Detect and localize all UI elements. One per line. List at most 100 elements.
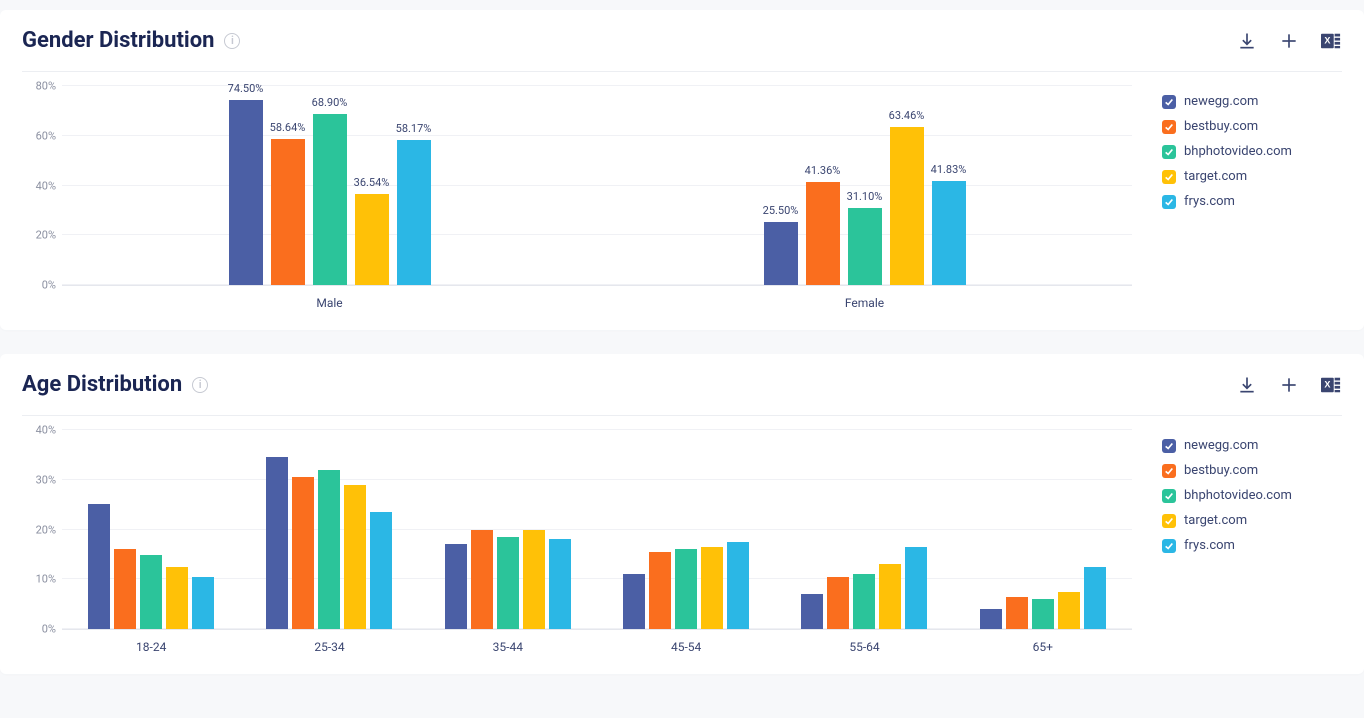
gender-chart: 0%20%40%60%80%74.50%58.64%68.90%36.54%58… — [62, 86, 1132, 286]
legend-item-target[interactable]: target.com — [1162, 169, 1342, 184]
legend-item-bhphotovideo[interactable]: bhphotovideo.com — [1162, 488, 1342, 503]
info-icon[interactable]: i — [192, 377, 208, 393]
legend-item-frys[interactable]: frys.com — [1162, 538, 1342, 553]
bar-bhphotovideo[interactable]: 31.10% — [848, 208, 882, 285]
legend-swatch-icon — [1162, 514, 1176, 528]
bar-frys[interactable] — [370, 512, 392, 629]
svg-text:X: X — [1324, 379, 1330, 389]
bar-target[interactable] — [701, 547, 723, 629]
legend-item-bestbuy[interactable]: bestbuy.com — [1162, 119, 1342, 134]
age-panel-header: Age Distribution i X — [22, 372, 1342, 416]
bar-newegg[interactable] — [623, 574, 645, 629]
bar-target[interactable] — [879, 564, 901, 629]
bar-newegg[interactable] — [88, 504, 110, 629]
bar-bhphotovideo[interactable] — [853, 574, 875, 629]
bar-bhphotovideo[interactable] — [318, 470, 340, 629]
bar-group — [62, 430, 240, 629]
bar-bhphotovideo[interactable] — [1032, 599, 1054, 629]
bar-target[interactable] — [344, 485, 366, 629]
bar-value-label: 63.46% — [889, 109, 925, 122]
legend-label: newegg.com — [1184, 94, 1258, 109]
bar-newegg[interactable] — [801, 594, 823, 629]
legend-item-target[interactable]: target.com — [1162, 513, 1342, 528]
excel-export-icon[interactable]: X — [1320, 30, 1342, 52]
legend-label: target.com — [1184, 513, 1247, 528]
gender-panel: Gender Distribution i X 0%20%40%60%80%74… — [0, 10, 1364, 330]
legend-swatch-icon — [1162, 489, 1176, 503]
bar-bhphotovideo[interactable] — [675, 549, 697, 629]
legend-swatch-icon — [1162, 539, 1176, 553]
info-icon[interactable]: i — [224, 33, 240, 49]
x-axis-tick: 35-44 — [419, 640, 597, 654]
bar-bestbuy[interactable]: 41.36% — [806, 182, 840, 285]
legend-item-bestbuy[interactable]: bestbuy.com — [1162, 463, 1342, 478]
legend-swatch-icon — [1162, 439, 1176, 453]
legend-label: bestbuy.com — [1184, 119, 1258, 134]
bar-frys[interactable] — [192, 577, 214, 629]
bar-target[interactable] — [1058, 592, 1080, 629]
legend-item-newegg[interactable]: newegg.com — [1162, 438, 1342, 453]
x-axis-tick: Female — [597, 296, 1132, 310]
x-axis-tick: Male — [62, 296, 597, 310]
bar-newegg[interactable]: 74.50% — [229, 100, 263, 285]
bar-bestbuy[interactable] — [827, 577, 849, 629]
bar-group: 74.50%58.64%68.90%36.54%58.17% — [62, 86, 597, 285]
bar-newegg[interactable] — [980, 609, 1002, 629]
bar-value-label: 25.50% — [763, 204, 799, 217]
y-axis-tick: 80% — [22, 80, 56, 93]
bar-bhphotovideo[interactable]: 68.90% — [313, 114, 347, 285]
age-title: Age Distribution — [22, 372, 182, 397]
y-axis-tick: 20% — [22, 523, 56, 536]
bar-newegg[interactable]: 25.50% — [764, 222, 798, 285]
bar-newegg[interactable] — [266, 457, 288, 629]
download-icon[interactable] — [1236, 374, 1258, 396]
y-axis-tick: 30% — [22, 473, 56, 486]
legend-item-bhphotovideo[interactable]: bhphotovideo.com — [1162, 144, 1342, 159]
legend-swatch-icon — [1162, 170, 1176, 184]
bar-target[interactable]: 63.46% — [890, 127, 924, 285]
bar-bestbuy[interactable] — [292, 477, 314, 629]
bar-value-label: 31.10% — [847, 190, 883, 203]
svg-text:X: X — [1324, 35, 1330, 45]
bar-frys[interactable]: 41.83% — [932, 181, 966, 285]
x-axis-tick: 25-34 — [240, 640, 418, 654]
legend-label: bhphotovideo.com — [1184, 144, 1292, 159]
bar-bhphotovideo[interactable] — [497, 537, 519, 629]
y-axis-tick: 0% — [22, 279, 56, 292]
y-axis-tick: 0% — [22, 623, 56, 636]
bar-frys[interactable]: 58.17% — [397, 140, 431, 285]
bar-value-label: 36.54% — [354, 176, 390, 189]
plus-icon[interactable] — [1278, 30, 1300, 52]
y-axis-tick: 10% — [22, 573, 56, 586]
y-axis-tick: 40% — [22, 424, 56, 437]
gender-title: Gender Distribution — [22, 28, 214, 53]
excel-export-icon[interactable]: X — [1320, 374, 1342, 396]
age-panel: Age Distribution i X 0% 10% 20% 30% 40% 18-2… — [0, 354, 1364, 674]
bar-frys[interactable] — [727, 542, 749, 629]
bar-bestbuy[interactable] — [114, 549, 136, 629]
bar-frys[interactable] — [1084, 567, 1106, 629]
bar-bestbuy[interactable] — [471, 530, 493, 630]
x-axis-tick: 18-24 — [62, 640, 240, 654]
bar-group — [419, 430, 597, 629]
bar-bestbuy[interactable] — [1006, 597, 1028, 629]
bar-frys[interactable] — [549, 539, 571, 629]
bar-target[interactable] — [166, 567, 188, 629]
bar-target[interactable] — [523, 530, 545, 630]
bar-group — [597, 430, 775, 629]
bar-value-label: 68.90% — [312, 96, 348, 109]
plus-icon[interactable] — [1278, 374, 1300, 396]
bar-bhphotovideo[interactable] — [140, 555, 162, 629]
bar-bestbuy[interactable]: 58.64% — [271, 139, 305, 285]
x-axis-tick: 65+ — [954, 640, 1132, 654]
bar-newegg[interactable] — [445, 544, 467, 629]
bar-frys[interactable] — [905, 547, 927, 629]
bar-bestbuy[interactable] — [649, 552, 671, 629]
gender-legend: newegg.com bestbuy.com bhphotovideo.com tar… — [1152, 86, 1342, 310]
bar-target[interactable]: 36.54% — [355, 194, 389, 285]
legend-item-newegg[interactable]: newegg.com — [1162, 94, 1342, 109]
legend-label: frys.com — [1184, 538, 1235, 553]
gender-panel-header: Gender Distribution i X — [22, 28, 1342, 72]
download-icon[interactable] — [1236, 30, 1258, 52]
legend-item-frys[interactable]: frys.com — [1162, 194, 1342, 209]
